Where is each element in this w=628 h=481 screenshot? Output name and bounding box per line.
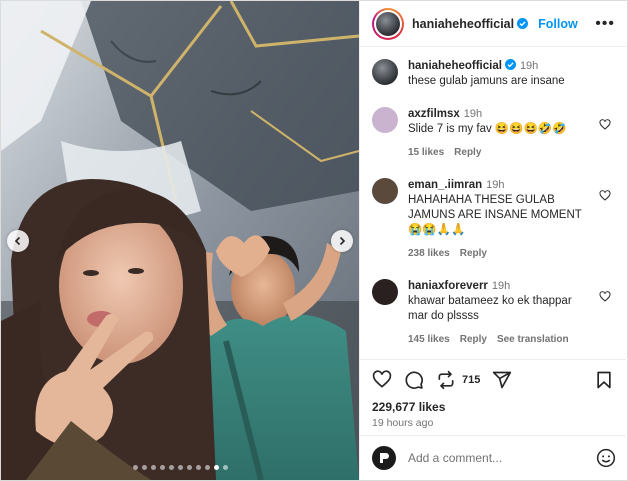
comment-likes[interactable]: 238 likes — [408, 246, 450, 261]
comment-likes[interactable]: 15 likes — [408, 145, 444, 160]
post-header: haniaheheofficial Follow ••• — [360, 1, 627, 47]
carousel-dot — [177, 465, 183, 470]
carousel-dot — [159, 465, 165, 470]
comment-icon — [405, 371, 423, 389]
reply-button[interactable]: Reply — [460, 246, 487, 261]
caption-username[interactable]: haniaheheofficial — [408, 60, 502, 72]
save-button[interactable] — [594, 369, 616, 391]
like-count[interactable]: 229,677 likes — [372, 400, 616, 414]
verified-badge-icon — [517, 18, 529, 29]
heart-icon — [372, 370, 392, 388]
carousel-dot — [186, 465, 192, 470]
share-icon — [493, 371, 512, 389]
carousel-indicator — [1, 465, 359, 470]
comment-time[interactable]: 19h — [486, 179, 504, 191]
comment-composer — [360, 435, 628, 479]
bookmark-icon — [597, 371, 611, 389]
carousel-dot — [150, 465, 156, 470]
caption: haniaheheofficial 19h these gulab jamuns … — [360, 59, 627, 89]
share-button[interactable] — [492, 369, 514, 391]
repost-count: 715 — [462, 374, 481, 386]
author-username[interactable]: haniaheheofficial — [412, 17, 514, 31]
follow-button[interactable]: Follow — [538, 17, 578, 31]
commenter-username[interactable]: haniaxforeverr — [408, 280, 488, 292]
chevron-left-icon — [14, 236, 21, 246]
commenter-username[interactable]: eman_.iimran — [408, 179, 482, 191]
repost-button[interactable] — [436, 369, 458, 391]
carousel-dot — [132, 465, 138, 470]
commenter-avatar[interactable] — [372, 107, 398, 133]
carousel-dot — [222, 465, 228, 470]
carousel-dot — [213, 465, 219, 470]
carousel-dot — [195, 465, 201, 470]
comment-time[interactable]: 19h — [492, 280, 510, 292]
heart-icon[interactable] — [599, 190, 611, 202]
heart-icon[interactable] — [599, 119, 611, 131]
author-avatar[interactable] — [372, 7, 404, 40]
comment-text: khawar batameez ko ek thappar mar do pls… — [408, 295, 572, 322]
see-translation-button[interactable]: See translation — [497, 332, 569, 347]
current-user-avatar[interactable] — [372, 445, 396, 470]
comment-item: haniaxforeverr 19h khawar batameez ko ek … — [360, 279, 627, 347]
comment-text: Slide 7 is my fav 😆😆😆🤣🤣 — [408, 123, 567, 135]
comments-list[interactable]: haniaheheofficial 19h these gulab jamuns … — [360, 47, 627, 351]
carousel-dot — [204, 465, 210, 470]
post-time[interactable]: 19 hours ago — [372, 417, 616, 429]
selfie-photo — [1, 1, 359, 480]
caption-time[interactable]: 19h — [520, 60, 538, 72]
post-actions: 715 229,677 likes 19 hours ago — [360, 359, 628, 429]
more-icon[interactable]: ••• — [595, 15, 615, 32]
comment-likes[interactable]: 145 likes — [408, 332, 450, 347]
emoji-icon[interactable] — [596, 448, 616, 468]
commenter-avatar[interactable] — [372, 279, 398, 305]
repost-icon — [438, 370, 454, 390]
chevron-right-icon — [339, 236, 346, 246]
carousel-prev-button[interactable] — [7, 230, 29, 252]
comment-item: axzfilmsx 19h Slide 7 is my fav 😆😆😆🤣🤣 15 … — [360, 107, 627, 160]
like-button[interactable] — [372, 369, 394, 391]
post-media[interactable] — [1, 1, 359, 480]
user-logo-icon — [380, 452, 389, 463]
carousel-next-button[interactable] — [331, 230, 353, 252]
reply-button[interactable]: Reply — [454, 145, 481, 160]
author-avatar-small[interactable] — [372, 59, 398, 85]
reply-button[interactable]: Reply — [460, 332, 487, 347]
post-side-panel: haniaheheofficial Follow ••• haniaheheof… — [359, 1, 628, 480]
carousel-dot — [141, 465, 147, 470]
commenter-username[interactable]: axzfilmsx — [408, 108, 460, 120]
comment-text: HAHAHAHA THESE GULAB JAMUNS ARE INSANE M… — [408, 194, 582, 236]
comment-input[interactable] — [408, 450, 578, 465]
commenter-avatar[interactable] — [372, 178, 398, 204]
verified-badge-icon — [504, 59, 516, 70]
instagram-post-modal: haniaheheofficial Follow ••• haniaheheof… — [0, 0, 628, 481]
caption-text: these gulab jamuns are insane — [408, 75, 565, 87]
carousel-dot — [168, 465, 174, 470]
heart-icon[interactable] — [599, 291, 611, 303]
comment-item: eman_.iimran 19h HAHAHAHA THESE GULAB JAM… — [360, 178, 627, 261]
comment-time[interactable]: 19h — [464, 108, 482, 120]
comment-button[interactable] — [404, 369, 426, 391]
